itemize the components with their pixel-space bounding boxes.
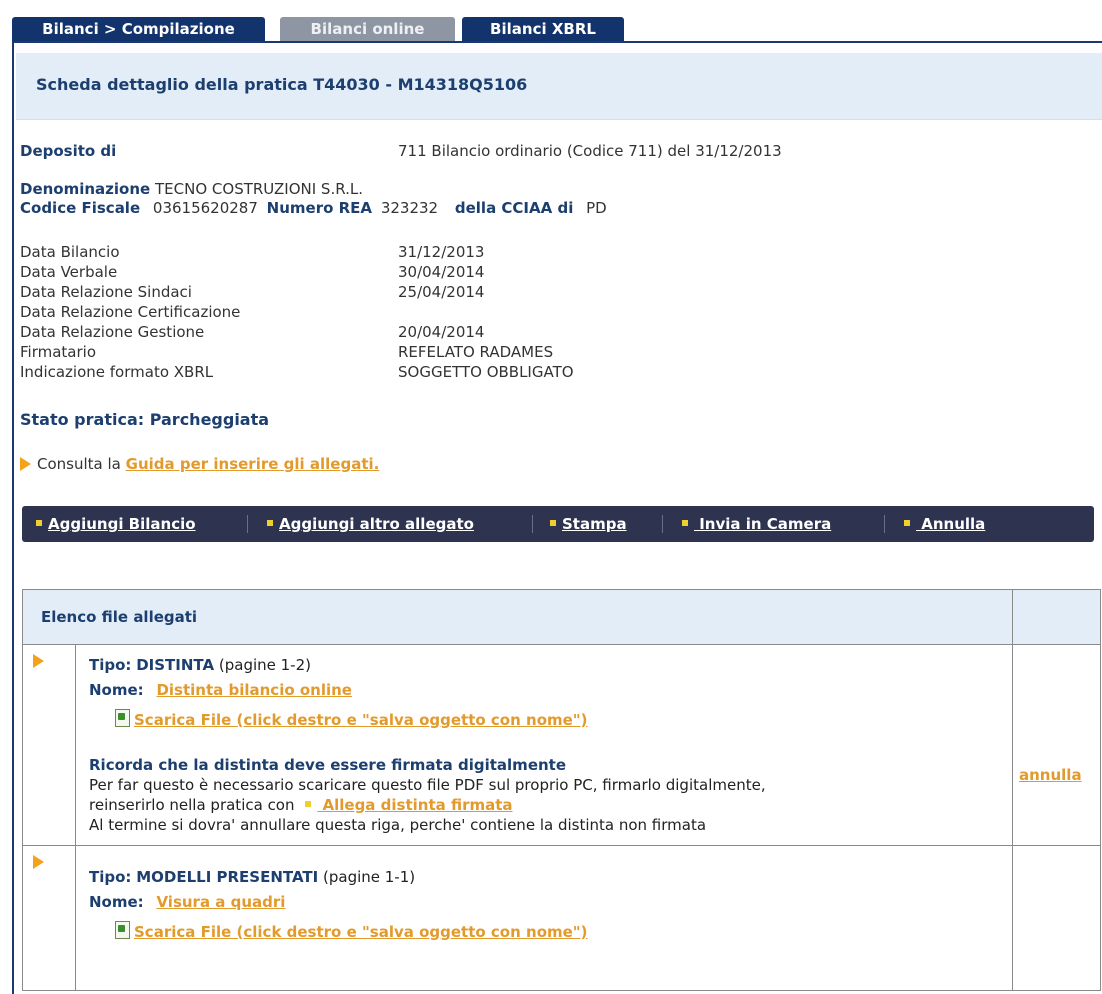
bullet-icon xyxy=(305,801,312,807)
toolbar-divider xyxy=(247,515,248,533)
page-title: Scheda dettaglio della pratica T44030 - … xyxy=(36,75,528,94)
pages-info: (pagine 1-1) xyxy=(323,868,416,886)
download-link[interactable]: Scarica File (click destro e "salva ogge… xyxy=(134,711,587,729)
aggiungi-bilancio-button[interactable]: Aggiungi Bilancio xyxy=(36,506,196,542)
tipo-label: Tipo: xyxy=(89,656,132,674)
nome-line: Nome: Distinta bilancio online xyxy=(89,681,352,699)
field-label: Data Relazione Certificazione xyxy=(20,303,241,321)
codice-fiscale-value: 03615620287 xyxy=(152,199,258,217)
cciaa-value: PD xyxy=(586,199,607,217)
tab-bilanci-online[interactable]: Bilanci online xyxy=(280,17,455,41)
bullet-icon xyxy=(682,520,688,526)
arrow-right-icon xyxy=(33,654,44,668)
annulla-button[interactable]: Annulla xyxy=(904,506,985,542)
field-label: Data Relazione Gestione xyxy=(20,323,205,341)
tipo-label: Tipo: xyxy=(89,868,132,886)
guide-row: Consulta la Guida per inserire gli alleg… xyxy=(20,455,379,473)
guide-prefix: Consulta la xyxy=(37,455,121,473)
field-value: 20/04/2014 xyxy=(398,323,485,341)
denominazione-label: Denominazione xyxy=(20,180,151,198)
bullet-icon xyxy=(267,520,273,526)
note-line: Al termine si dovra' annullare questa ri… xyxy=(89,816,707,834)
toolbar-divider xyxy=(662,515,663,533)
codice-fiscale-row: Codice Fiscale 03615620287 Numero REA 32… xyxy=(20,199,607,217)
column-divider xyxy=(75,644,76,990)
nome-link[interactable]: Distinta bilancio online xyxy=(156,681,352,699)
pages-info: (pagine 1-2) xyxy=(218,656,311,674)
file-download-icon xyxy=(115,709,130,727)
nome-label: Nome: xyxy=(89,681,144,699)
tipo-value: DISTINTA xyxy=(136,656,215,674)
action-toolbar: Aggiungi Bilancio Aggiungi altro allegat… xyxy=(22,506,1094,542)
annulla-link[interactable]: annulla xyxy=(1019,766,1082,784)
field-label: Data Verbale xyxy=(20,263,118,281)
stampa-button[interactable]: Stampa xyxy=(550,506,627,542)
note-line: Per far questo è necessario scaricare qu… xyxy=(89,776,766,794)
tab-bilanci-xbrl[interactable]: Bilanci XBRL xyxy=(462,17,624,41)
deposito-value: 711 Bilancio ordinario (Codice 711) del … xyxy=(398,142,782,160)
field-value: 31/12/2013 xyxy=(398,243,485,261)
detail-header: Scheda dettaglio della pratica T44030 - … xyxy=(16,53,1102,119)
status-text: Stato pratica: Parcheggiata xyxy=(20,410,270,429)
arrow-right-icon xyxy=(20,457,31,471)
note-title: Ricorda che la distinta deve essere firm… xyxy=(89,756,567,774)
column-divider xyxy=(1012,590,1013,990)
annulla-row-link: annulla xyxy=(1019,766,1082,784)
nome-label: Nome: xyxy=(89,893,144,911)
file-download-icon xyxy=(115,921,130,939)
bullet-icon xyxy=(904,520,910,526)
field-value: SOGGETTO OBBLIGATO xyxy=(398,363,574,381)
toolbar-divider xyxy=(884,515,885,533)
table-header: Elenco file allegati xyxy=(23,590,1100,645)
field-value: 25/04/2014 xyxy=(398,283,485,301)
bullet-icon xyxy=(550,520,556,526)
numero-rea-value: 323232 xyxy=(380,199,439,217)
tipo-line: Tipo: MODELLI PRESENTATI (pagine 1-1) xyxy=(89,868,415,886)
codice-fiscale-label: Codice Fiscale xyxy=(20,199,141,217)
field-label: Data Bilancio xyxy=(20,243,120,261)
arrow-right-icon xyxy=(33,855,44,869)
attachments-table: Elenco file allegati Tipo: DISTINTA (pag… xyxy=(22,589,1101,991)
tab-bilanci-compilazione[interactable]: Bilanci > Compilazione xyxy=(12,17,265,41)
frame-left-border xyxy=(12,41,14,994)
download-line: Scarica File (click destro e "salva ogge… xyxy=(115,921,587,941)
field-label: Indicazione formato XBRL xyxy=(20,363,214,381)
denominazione-row: Denominazione TECNO COSTRUZIONI S.R.L. xyxy=(20,180,363,198)
note-line: reinserirlo nella pratica con Allega dis… xyxy=(89,796,513,814)
header-divider xyxy=(16,119,1102,120)
frame-top-border xyxy=(12,41,1102,43)
toolbar-divider xyxy=(532,515,533,533)
guide-link[interactable]: Guida per inserire gli allegati. xyxy=(126,455,380,473)
allega-distinta-link[interactable]: Allega distinta firmata xyxy=(317,796,513,814)
aggiungi-altro-allegato-button[interactable]: Aggiungi altro allegato xyxy=(267,506,474,542)
field-value: 30/04/2014 xyxy=(398,263,485,281)
nome-link[interactable]: Visura a quadri xyxy=(156,893,285,911)
note-line-prefix: reinserirlo nella pratica con xyxy=(89,796,295,814)
tipo-value: MODELLI PRESENTATI xyxy=(136,868,319,886)
download-line: Scarica File (click destro e "salva ogge… xyxy=(115,709,587,729)
numero-rea-label: Numero REA xyxy=(266,199,373,217)
denominazione-value: TECNO COSTRUZIONI S.R.L. xyxy=(155,180,364,198)
row-divider xyxy=(23,845,1100,846)
nome-line: Nome: Visura a quadri xyxy=(89,893,285,911)
field-label: Firmatario xyxy=(20,343,96,361)
field-value: REFELATO RADAMES xyxy=(398,343,554,361)
tipo-line: Tipo: DISTINTA (pagine 1-2) xyxy=(89,656,311,674)
download-link[interactable]: Scarica File (click destro e "salva ogge… xyxy=(134,923,587,941)
field-label: Data Relazione Sindaci xyxy=(20,283,192,301)
cciaa-label: della CCIAA di xyxy=(454,199,574,217)
deposito-label: Deposito di xyxy=(20,142,117,160)
invia-in-camera-button[interactable]: Invia in Camera xyxy=(682,506,831,542)
table-title: Elenco file allegati xyxy=(41,608,198,626)
bullet-icon xyxy=(36,520,42,526)
